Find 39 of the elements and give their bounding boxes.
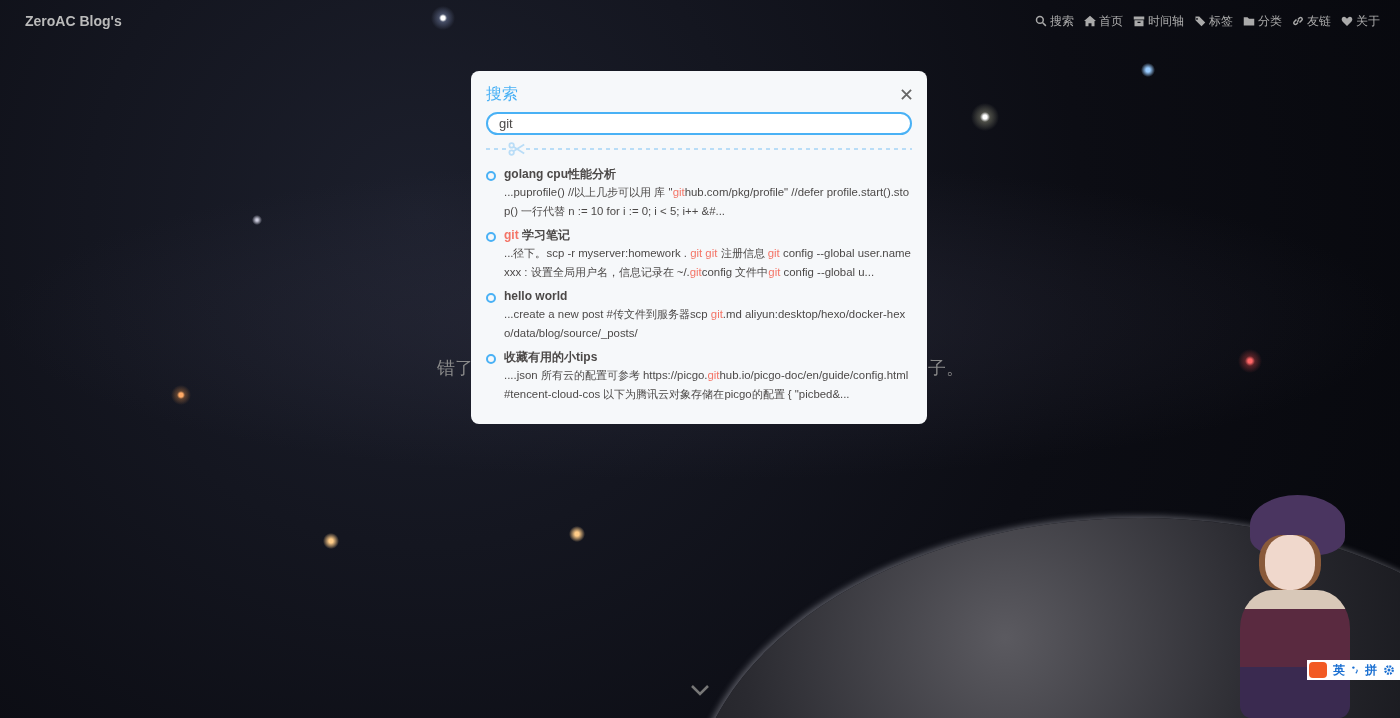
result-snippet: ...puprofile() //以上几步可以用 库 "github.com/pkg/profile" //defer profile.start().stop() 一行代替 n := 10 for i := 0; i < 5; i++ &#... [504, 185, 911, 219]
nav-link[interactable]: 时间轴 [1133, 12, 1184, 30]
result-title-link[interactable]: hello world [504, 287, 912, 305]
dialog-title: 搜索 [486, 83, 518, 104]
ime-mode-toggle[interactable]: 英 [1333, 661, 1345, 679]
scissors-icon [508, 141, 526, 157]
result-snippet: ...create a new post #传文件到服务器scp git.md aliyun:desktop/hexo/docker-hexo/data/blog/source/_posts/ [504, 307, 907, 341]
nav-link[interactable]: 首页 [1084, 12, 1123, 30]
search-icon [1035, 15, 1047, 27]
chevron-down-icon[interactable] [690, 684, 710, 696]
bullet-icon [486, 293, 496, 303]
result-snippet: ...径下。scp -r myserver:homework . git git 注册信息 git config --global user.name xxx : 设置全局用户名，信息记录在 ~/.gitconfig 文件中git config --global u... [504, 246, 912, 280]
folder-icon [1243, 15, 1255, 27]
subtitle-text: 子。 [927, 357, 964, 380]
nav-link[interactable]: 搜索 [1035, 12, 1074, 30]
nav-link[interactable]: 关于 [1341, 12, 1380, 30]
close-icon[interactable] [901, 88, 912, 100]
nav-link[interactable]: 分类 [1243, 12, 1282, 30]
result-title-link[interactable]: golang cpu性能分析 [504, 165, 912, 183]
ime-logo-icon [1309, 662, 1327, 678]
link-icon [1292, 15, 1304, 27]
home-icon [1084, 15, 1096, 27]
archive-icon [1133, 15, 1145, 27]
punctuation-icon[interactable] [1351, 664, 1359, 676]
ime-layout-toggle[interactable]: 拼 [1365, 661, 1377, 679]
bullet-icon [486, 354, 496, 364]
settings-icon[interactable] [1383, 664, 1395, 676]
result-title-link[interactable]: 收藏有用的小tips [504, 348, 912, 366]
tags-icon [1194, 15, 1206, 27]
bullet-icon [486, 171, 496, 181]
nav-link[interactable]: 标签 [1194, 12, 1233, 30]
heart-icon [1341, 15, 1353, 27]
site-title[interactable]: ZeroAC Blog's [25, 13, 122, 29]
nav-link[interactable]: 友链 [1292, 12, 1331, 30]
subtitle-text: 错了 [436, 357, 473, 380]
search-field[interactable]: git [486, 112, 912, 135]
result-title-link[interactable]: git 学习笔记 [504, 226, 912, 244]
bullet-icon [486, 232, 496, 242]
result-snippet: ....json 所有云的配置可参考 https://picgo.github.io/picgo-doc/en/guide/config.html#tencent-cloud-cos 以下为腾讯云对象存储在picgo的配置 { "picbed&... [504, 368, 910, 402]
